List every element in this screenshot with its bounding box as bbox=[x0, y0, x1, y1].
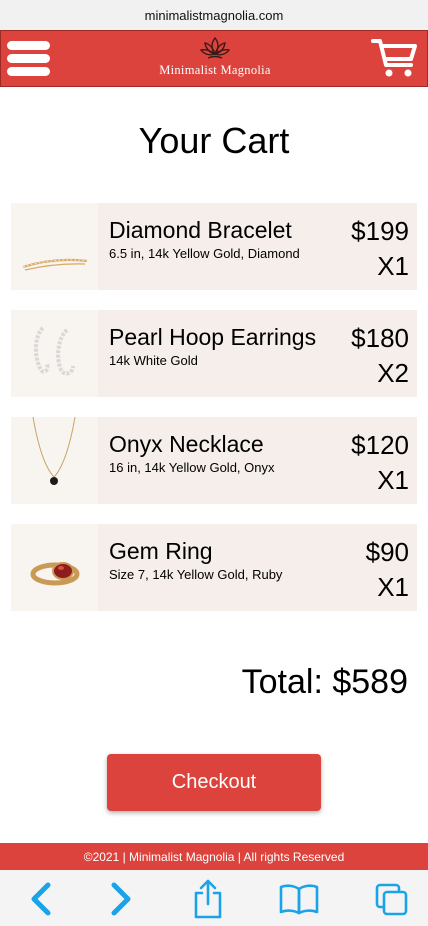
forward-icon[interactable] bbox=[101, 880, 141, 918]
item-details: 16 in, 14k Yellow Gold, Onyx bbox=[109, 460, 275, 475]
ring-image bbox=[11, 524, 98, 611]
item-price: $120 bbox=[351, 430, 409, 460]
page-title: Your Cart bbox=[138, 120, 290, 161]
site-footer: ©2021 | Minimalist Magnolia | All rights… bbox=[0, 843, 428, 870]
item-price: $180 bbox=[351, 323, 409, 353]
item-details: 14k White Gold bbox=[109, 353, 198, 368]
address-bar[interactable]: minimalistmagnolia.com bbox=[0, 0, 428, 30]
share-icon[interactable] bbox=[188, 879, 228, 919]
item-quantity[interactable]: X1 bbox=[377, 572, 409, 603]
item-quantity[interactable]: X1 bbox=[377, 465, 409, 496]
brand-name: Minimalist Magnolia bbox=[159, 63, 271, 77]
lotus-icon bbox=[200, 36, 230, 59]
cart-item[interactable]: Pearl Hoop Earrings 14k White Gold $180 … bbox=[11, 310, 417, 397]
logo[interactable]: Minimalist Magnolia bbox=[141, 35, 289, 81]
item-details: 6.5 in, 14k Yellow Gold, Diamond bbox=[109, 246, 300, 261]
browser-toolbar bbox=[0, 870, 428, 926]
item-name[interactable]: Pearl Hoop Earrings bbox=[109, 324, 316, 351]
cart-item[interactable]: Gem Ring Size 7, 14k Yellow Gold, Ruby $… bbox=[11, 524, 417, 611]
item-quantity[interactable]: X1 bbox=[377, 251, 409, 282]
cart-item[interactable]: Onyx Necklace 16 in, 14k Yellow Gold, On… bbox=[11, 416, 417, 504]
site-header: Minimalist Magnolia bbox=[0, 30, 428, 87]
bracelet-image bbox=[11, 203, 98, 290]
item-price: $90 bbox=[365, 537, 409, 567]
earrings-image bbox=[11, 310, 98, 397]
copyright-text: ©2021 | Minimalist Magnolia | All rights… bbox=[83, 849, 345, 864]
cart-total: Total: $589 bbox=[241, 663, 408, 701]
tabs-icon[interactable] bbox=[372, 880, 412, 918]
item-price: $199 bbox=[351, 216, 409, 246]
checkout-button[interactable]: Checkout bbox=[107, 754, 321, 811]
item-name[interactable]: Gem Ring bbox=[109, 538, 213, 565]
hamburger-menu-icon[interactable] bbox=[7, 39, 50, 79]
url-text: minimalistmagnolia.com bbox=[144, 7, 284, 23]
item-name[interactable]: Onyx Necklace bbox=[109, 431, 264, 458]
item-details: Size 7, 14k Yellow Gold, Ruby bbox=[109, 567, 283, 582]
back-icon[interactable] bbox=[21, 880, 61, 918]
cart-item[interactable]: Diamond Bracelet 6.5 in, 14k Yellow Gold… bbox=[11, 203, 417, 290]
cart-list: Diamond Bracelet 6.5 in, 14k Yellow Gold… bbox=[11, 203, 417, 631]
bookmarks-icon[interactable] bbox=[279, 880, 319, 918]
item-quantity[interactable]: X2 bbox=[377, 358, 409, 389]
necklace-image bbox=[11, 416, 98, 504]
shopping-cart-icon[interactable] bbox=[371, 37, 419, 79]
item-name[interactable]: Diamond Bracelet bbox=[109, 217, 292, 244]
